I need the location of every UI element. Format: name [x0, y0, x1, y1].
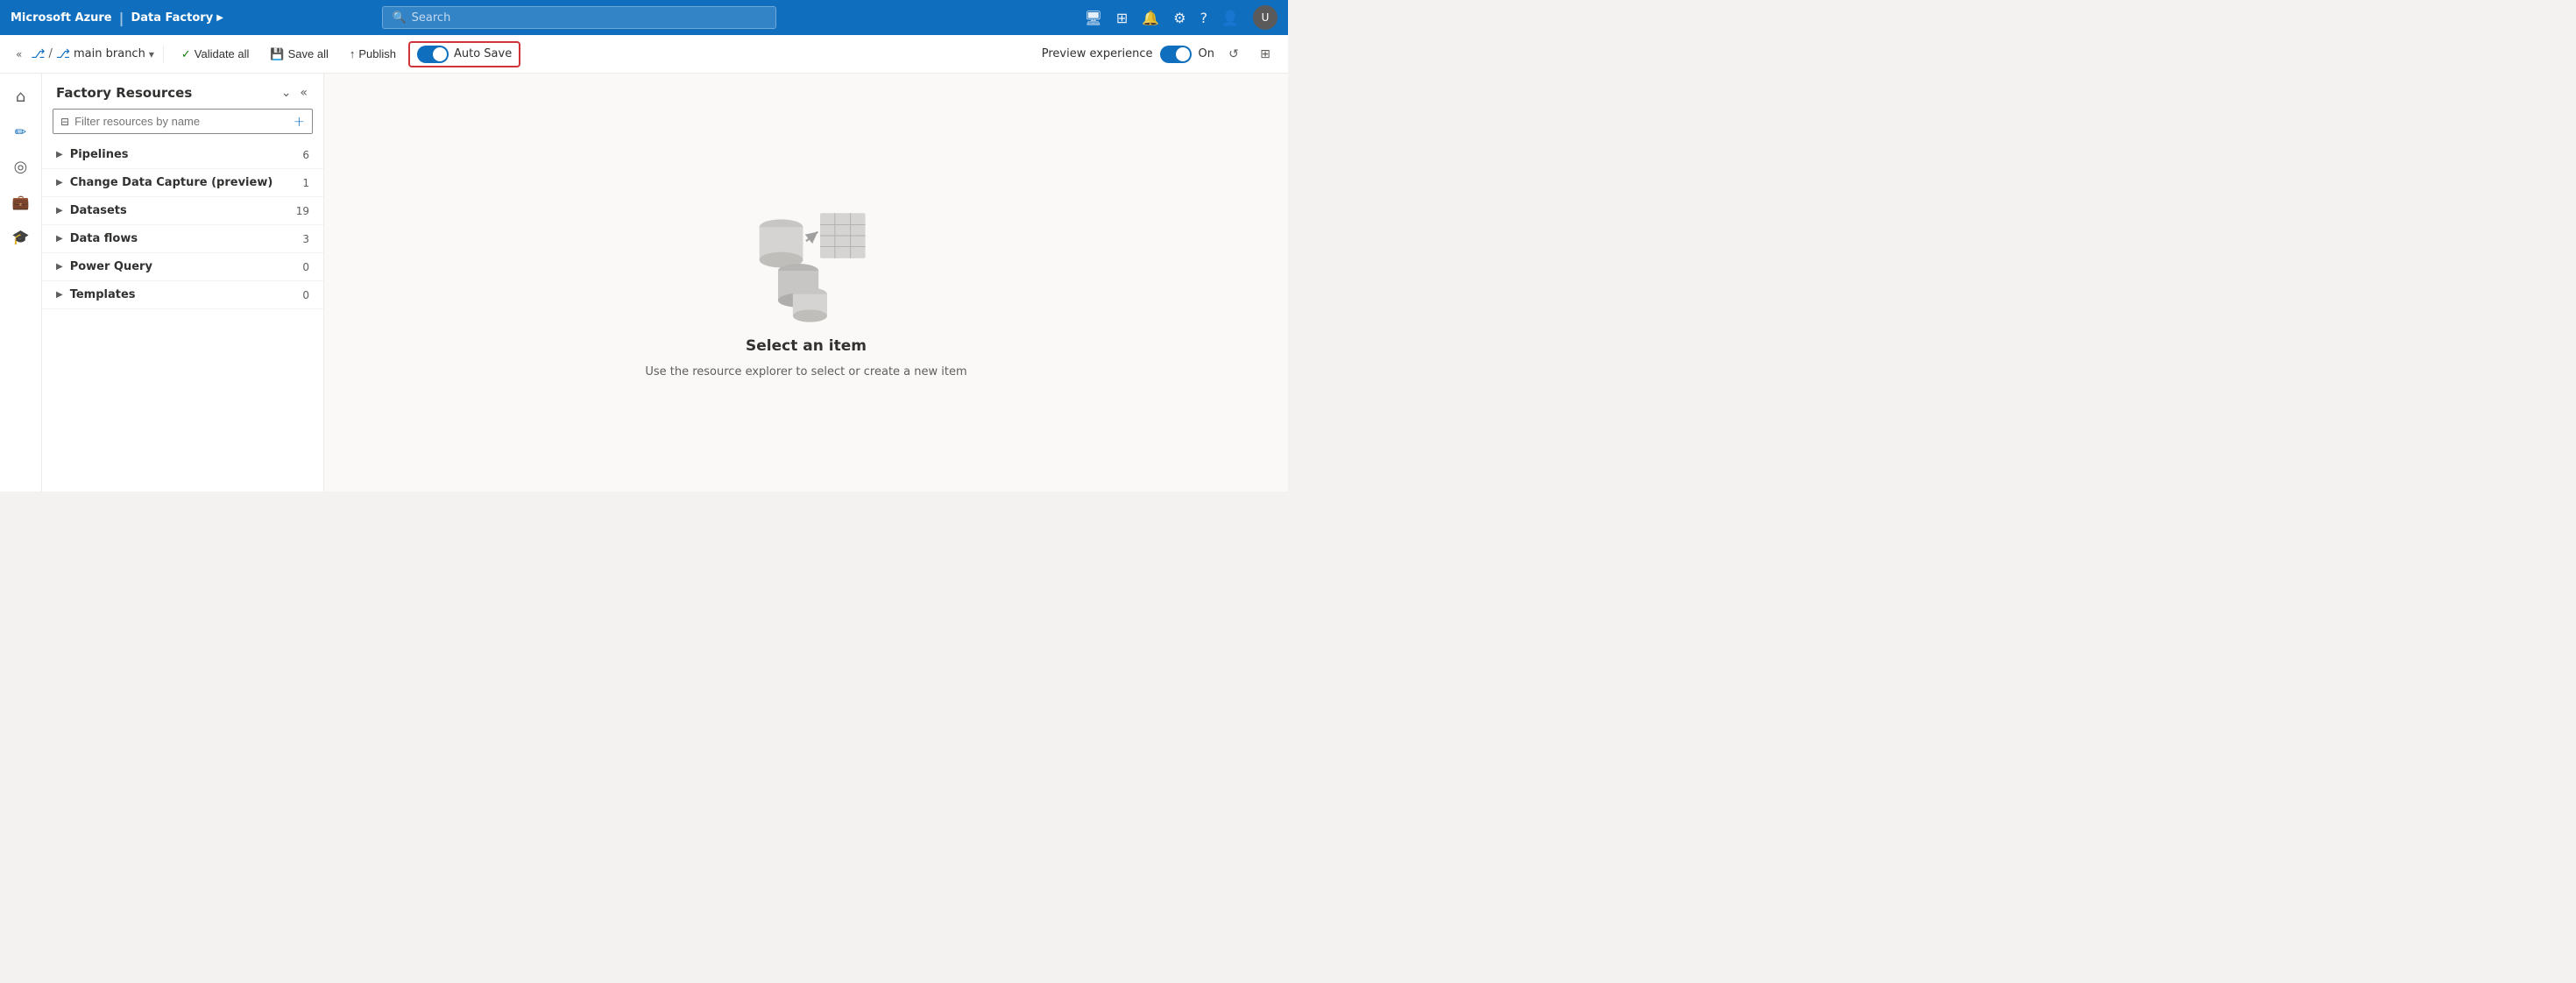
- save-all-button[interactable]: 💾 Save all: [261, 44, 336, 65]
- resource-list: ▶ Pipelines 6 ▶ Change Data Capture (pre…: [42, 141, 323, 492]
- directory-icon[interactable]: ⊞: [1116, 10, 1128, 26]
- brand-area: Microsoft Azure | Data Factory ▶: [11, 10, 223, 26]
- product-area[interactable]: Data Factory ▶: [131, 11, 223, 25]
- empty-state: Select an item Use the resource explorer…: [645, 187, 966, 378]
- toolbar-divider-1: [163, 46, 164, 63]
- product-label: Data Factory: [131, 11, 213, 25]
- validate-all-label: Validate all: [195, 47, 250, 60]
- slash-separator: /: [48, 47, 52, 60]
- refresh-button[interactable]: ↺: [1221, 42, 1246, 67]
- main-content-area: Select an item Use the resource explorer…: [324, 74, 1288, 492]
- branch-icon-2: ⎇: [56, 47, 70, 61]
- preview-toggle[interactable]: [1160, 46, 1192, 63]
- filter-icon: ⊟: [60, 116, 69, 128]
- home-icon: ⌂: [16, 88, 25, 106]
- factory-resources-title: Factory Resources: [56, 85, 192, 101]
- save-all-label: Save all: [288, 47, 329, 60]
- save-icon: 💾: [270, 47, 284, 61]
- search-bar[interactable]: 🔍 Search: [382, 6, 776, 29]
- notifications-icon[interactable]: 🔔: [1142, 10, 1159, 26]
- resource-item-templates[interactable]: ▶ Templates 0: [42, 281, 323, 309]
- avatar[interactable]: U: [1253, 5, 1277, 30]
- resource-item-power-query[interactable]: ▶ Power Query 0: [42, 253, 323, 281]
- preview-on-label: On: [1199, 47, 1214, 60]
- resource-item-pipelines[interactable]: ▶ Pipelines 6: [42, 141, 323, 169]
- autosave-toggle[interactable]: [417, 46, 449, 63]
- help-icon[interactable]: ?: [1200, 10, 1208, 26]
- autosave-container: Auto Save: [408, 41, 520, 67]
- power-query-label: Power Query: [70, 260, 152, 273]
- manage-icon: 💼: [12, 194, 30, 210]
- data-flows-label: Data flows: [70, 232, 138, 245]
- validate-icon: ✓: [181, 47, 191, 61]
- power-query-count: 0: [302, 261, 309, 273]
- publish-label: Publish: [358, 47, 396, 60]
- autosave-label: Auto Save: [454, 47, 512, 60]
- nav-icon-group: 🖥 ⊞ 🔔 ⚙ ? 👤 U: [1085, 5, 1277, 30]
- datasets-label: Datasets: [70, 204, 127, 217]
- learn-icon: 🎓: [12, 229, 30, 245]
- sidebar-item-home[interactable]: ⌂: [5, 81, 37, 112]
- resources-header-icons: ⌄ «: [280, 84, 309, 102]
- sidebar-item-manage[interactable]: 💼: [5, 186, 37, 217]
- pipelines-count: 6: [302, 149, 309, 161]
- microsoft-azure-label: Microsoft Azure: [11, 11, 112, 25]
- chevron-right-icon-2: ▶: [56, 178, 63, 187]
- branch-icon: ⎇: [31, 47, 45, 61]
- branch-selector[interactable]: ⎇ / ⎇ main branch ▾: [31, 47, 154, 61]
- empty-state-illustration: [727, 187, 885, 327]
- validate-all-button[interactable]: ✓ Validate all: [173, 44, 258, 65]
- empty-state-subtitle: Use the resource explorer to select or c…: [645, 365, 966, 378]
- change-data-capture-count: 1: [302, 177, 309, 189]
- datasets-count: 19: [296, 205, 309, 217]
- collapse-button[interactable]: «: [11, 45, 27, 64]
- add-resource-button[interactable]: +: [294, 113, 305, 130]
- preview-experience-area: Preview experience On ↺ ⊞: [1042, 42, 1277, 67]
- avatar-initials: U: [1262, 11, 1270, 24]
- chevron-right-icon-4: ▶: [56, 234, 63, 244]
- chevron-right-icon-5: ▶: [56, 262, 63, 272]
- templates-count: 0: [302, 289, 309, 301]
- resource-item-change-data-capture[interactable]: ▶ Change Data Capture (preview) 1: [42, 169, 323, 197]
- search-placeholder-text: Search: [412, 11, 451, 25]
- collapse-panel-icon[interactable]: ⌄: [280, 84, 294, 102]
- chevron-right-icon: ▶: [56, 150, 63, 159]
- resources-header: Factory Resources ⌄ «: [42, 74, 323, 109]
- preview-experience-label: Preview experience: [1042, 47, 1153, 60]
- monitor-icon: ◎: [14, 158, 28, 176]
- publish-icon: ↑: [350, 47, 356, 60]
- close-panel-icon[interactable]: «: [298, 84, 309, 102]
- toolbar: « ⎇ / ⎇ main branch ▾ ✓ Validate all 💾 S…: [0, 35, 1288, 74]
- nav-separator: |: [119, 10, 124, 26]
- filter-resources-input[interactable]: [74, 115, 288, 128]
- data-flows-count: 3: [302, 233, 309, 245]
- empty-state-title: Select an item: [746, 337, 867, 355]
- filter-input-container[interactable]: ⊟ +: [53, 109, 313, 134]
- change-data-capture-label: Change Data Capture (preview): [70, 176, 273, 189]
- resource-item-data-flows[interactable]: ▶ Data flows 3: [42, 225, 323, 253]
- pencil-icon: ✏: [15, 124, 26, 140]
- publish-button[interactable]: ↑ Publish: [341, 44, 405, 64]
- product-chevron-icon: ▶: [216, 13, 223, 23]
- templates-label: Templates: [70, 288, 136, 301]
- feedback-icon[interactable]: 👤: [1221, 10, 1239, 26]
- pipelines-label: Pipelines: [70, 148, 129, 161]
- sidebar-item-author[interactable]: ✏: [5, 116, 37, 147]
- branch-name-label: main branch: [74, 47, 145, 60]
- search-icon: 🔍: [392, 11, 406, 25]
- factory-resources-panel: Factory Resources ⌄ « ⊟ + ▶ Pipelines 6 …: [42, 74, 324, 492]
- screen-share-icon[interactable]: 🖥: [1085, 10, 1102, 26]
- side-nav: ⌂ ✏ ◎ 💼 🎓: [0, 74, 42, 492]
- main-layout: ⌂ ✏ ◎ 💼 🎓 Factory Resources ⌄ « ⊟ +: [0, 74, 1288, 492]
- top-nav-bar: Microsoft Azure | Data Factory ▶ 🔍 Searc…: [0, 0, 1288, 35]
- chevron-right-icon-3: ▶: [56, 206, 63, 216]
- customize-button[interactable]: ⊞: [1253, 42, 1277, 67]
- branch-chevron-icon[interactable]: ▾: [149, 48, 154, 60]
- resource-item-datasets[interactable]: ▶ Datasets 19: [42, 197, 323, 225]
- chevron-right-icon-6: ▶: [56, 290, 63, 300]
- settings-icon[interactable]: ⚙: [1173, 10, 1185, 26]
- sidebar-item-learn[interactable]: 🎓: [5, 221, 37, 252]
- sidebar-item-monitor[interactable]: ◎: [5, 151, 37, 182]
